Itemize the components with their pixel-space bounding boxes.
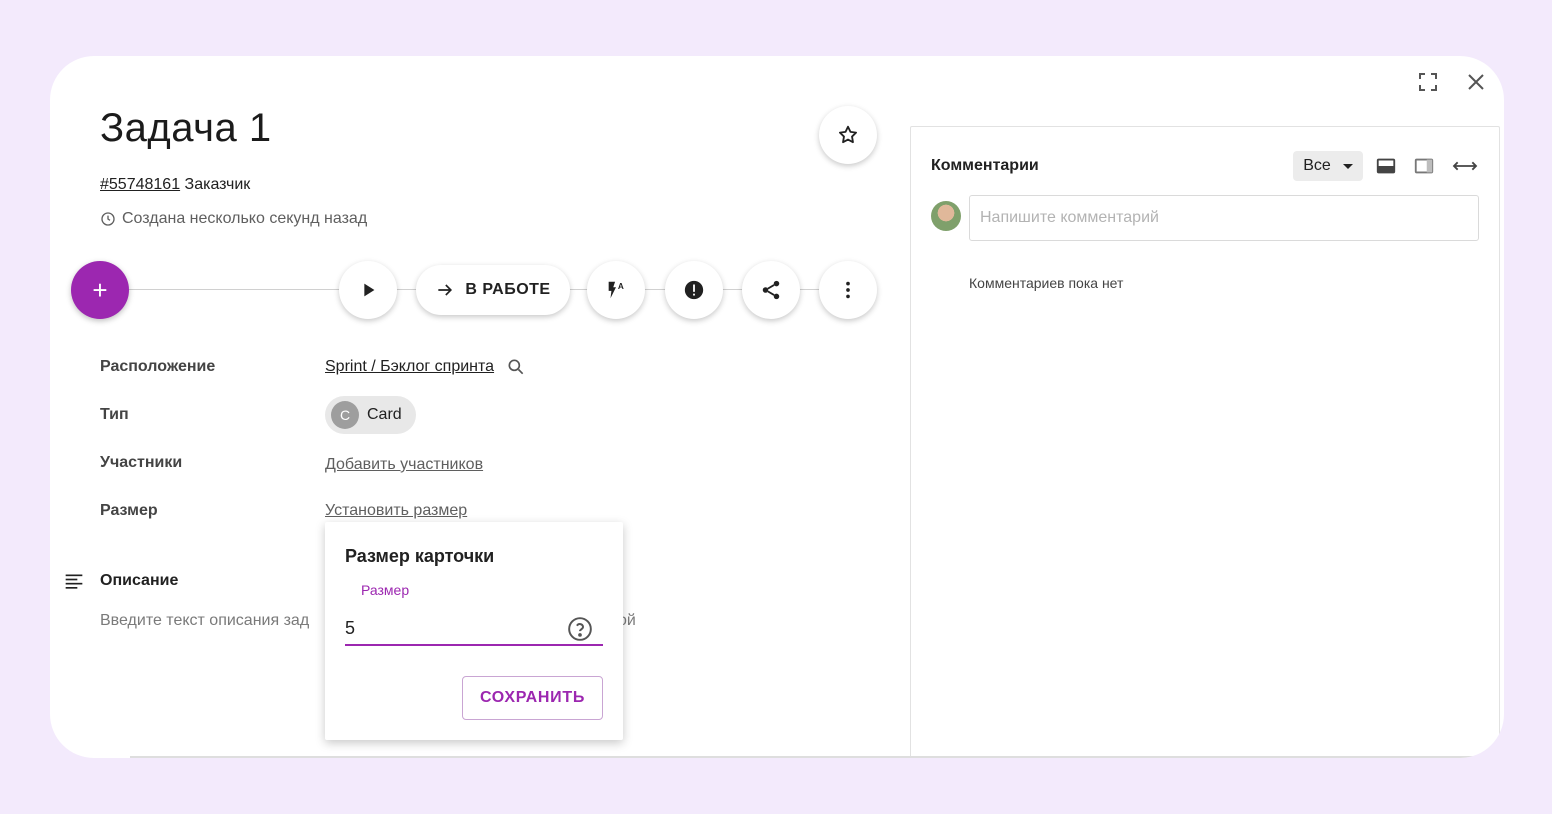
location-label: Расположение xyxy=(100,358,216,375)
task-meta: #55748161 Заказчик xyxy=(100,176,250,194)
location-link[interactable]: Sprint / Бэклог спринта xyxy=(325,358,494,376)
size-popup-title: Размер карточки xyxy=(345,546,495,566)
fullscreen-icon[interactable] xyxy=(1416,70,1440,94)
location-field: Sprint / Бэклог спринта xyxy=(325,357,526,377)
set-size-link[interactable]: Установить размер xyxy=(325,502,467,520)
flash-auto-icon: A xyxy=(608,281,624,299)
star-icon xyxy=(839,125,857,144)
favorite-button[interactable] xyxy=(819,106,877,164)
clock-icon xyxy=(101,212,115,226)
user-avatar xyxy=(931,201,961,231)
comments-filter-value: Все xyxy=(1303,157,1331,174)
task-id-link[interactable]: #55748161 xyxy=(100,176,180,193)
divider xyxy=(130,756,1504,758)
arrow-right-icon xyxy=(438,284,453,296)
no-comments-text: Комментариев пока нет xyxy=(969,275,1124,291)
created-info: Создана несколько секунд назад xyxy=(100,210,367,228)
type-avatar: C xyxy=(331,401,359,429)
size-input-label: Размер xyxy=(361,582,410,598)
play-icon xyxy=(364,283,375,297)
task-customer: Заказчик xyxy=(184,176,251,193)
status-button[interactable]: В РАБОТЕ xyxy=(416,265,570,315)
play-button[interactable] xyxy=(339,261,397,319)
description-icon xyxy=(65,574,83,589)
automation-button[interactable]: A xyxy=(587,261,645,319)
share-button[interactable] xyxy=(742,261,800,319)
members-label: Участники xyxy=(100,454,183,471)
comments-panel: Комментарии Все Комментариев пока нет xyxy=(910,126,1500,758)
add-button[interactable]: + xyxy=(71,261,129,319)
window-controls xyxy=(1416,70,1488,94)
description-title: Описание xyxy=(100,572,179,589)
type-value: Card xyxy=(367,406,402,423)
task-dialog: Задача 1 #55748161 Заказчик Создана неск… xyxy=(50,56,1504,758)
add-members-link[interactable]: Добавить участников xyxy=(325,456,483,474)
more-vert-icon xyxy=(846,281,850,299)
status-label: В РАБОТЕ xyxy=(465,281,551,298)
dropdown-arrow-icon xyxy=(1342,163,1353,169)
bottom-panel-icon[interactable] xyxy=(1375,155,1397,177)
created-text: Создана несколько секунд назад xyxy=(122,210,368,227)
save-size-button[interactable]: СОХРАНИТЬ xyxy=(462,676,603,720)
size-label: Размер xyxy=(100,502,158,519)
comments-title: Комментарии xyxy=(931,157,1039,174)
type-label: Тип xyxy=(100,406,129,423)
help-icon[interactable] xyxy=(567,616,593,642)
expand-horizontal-icon[interactable] xyxy=(1451,155,1479,177)
size-popup: Размер карточки Размер СОХРАНИТЬ xyxy=(325,522,623,740)
comments-filter-select[interactable]: Все xyxy=(1293,151,1363,181)
search-icon[interactable] xyxy=(506,357,526,377)
task-title[interactable]: Задача 1 xyxy=(100,106,272,151)
size-input[interactable] xyxy=(345,608,603,646)
comment-input[interactable] xyxy=(969,195,1479,241)
share-icon xyxy=(762,280,780,300)
close-icon[interactable] xyxy=(1464,70,1488,94)
more-button[interactable] xyxy=(819,261,877,319)
alert-icon xyxy=(684,280,704,300)
svg-text:A: A xyxy=(618,282,624,291)
view-toggle-group xyxy=(1375,155,1479,177)
side-panel-icon[interactable] xyxy=(1413,155,1435,177)
priority-button[interactable] xyxy=(665,261,723,319)
description-placeholder[interactable]: Введите текст описания зад xyxy=(100,612,309,630)
type-chip[interactable]: C Card xyxy=(325,396,416,434)
